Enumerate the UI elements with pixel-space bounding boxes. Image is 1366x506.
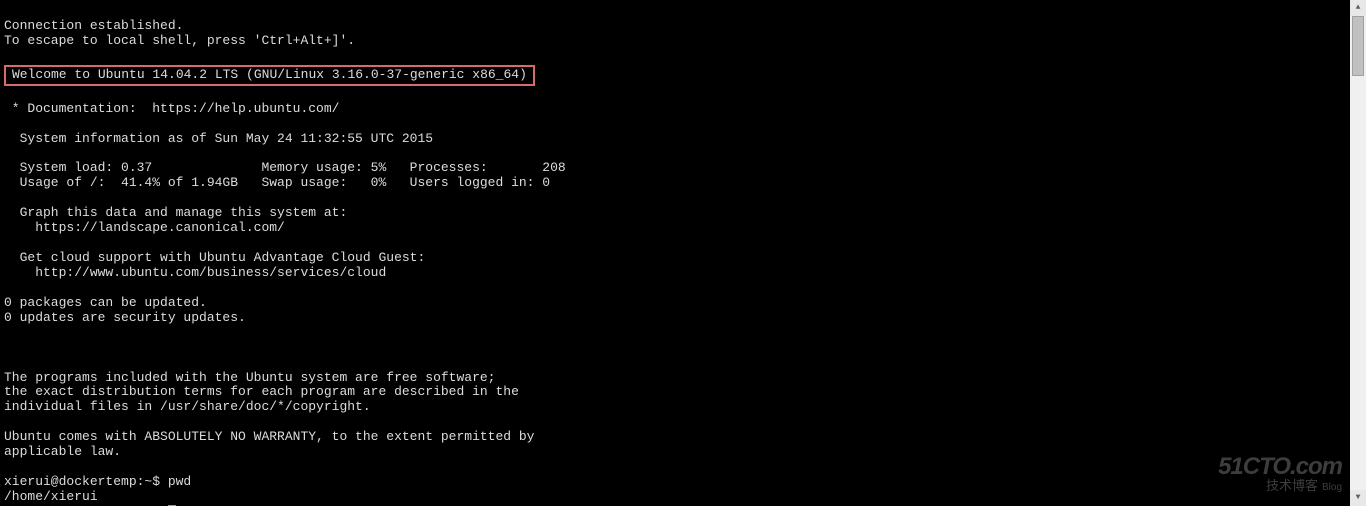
scrollbar-down-button[interactable]: ▼ xyxy=(1350,490,1366,506)
chevron-up-icon: ▲ xyxy=(1356,3,1361,12)
terminal-line: Ubuntu comes with ABSOLUTELY NO WARRANTY… xyxy=(4,429,535,444)
terminal-line: Connection established. xyxy=(4,18,183,33)
terminal-line: The programs included with the Ubuntu sy… xyxy=(4,370,495,385)
terminal-line: * Documentation: https://help.ubuntu.com… xyxy=(4,101,339,116)
terminal-line: 0 packages can be updated. xyxy=(4,295,207,310)
terminal-line: applicable law. xyxy=(4,444,121,459)
terminal-line: Usage of /: 41.4% of 1.94GB Swap usage: … xyxy=(4,175,550,190)
scrollbar-thumb[interactable] xyxy=(1352,16,1364,76)
terminal-line: To escape to local shell, press 'Ctrl+Al… xyxy=(4,33,355,48)
terminal-line: http://www.ubuntu.com/business/services/… xyxy=(4,265,386,280)
terminal-line: System information as of Sun May 24 11:3… xyxy=(4,131,433,146)
terminal-line: the exact distribution terms for each pr… xyxy=(4,384,519,399)
terminal-line: Graph this data and manage this system a… xyxy=(4,205,347,220)
terminal-line: /home/xierui xyxy=(4,489,98,504)
terminal-line: https://landscape.canonical.com/ xyxy=(4,220,285,235)
terminal-line: Get cloud support with Ubuntu Advantage … xyxy=(4,250,425,265)
terminal-prompt: xierui@dockertemp:~$ pwd xyxy=(4,474,191,489)
terminal-line: System load: 0.37 Memory usage: 5% Proce… xyxy=(4,160,566,175)
chevron-down-icon: ▼ xyxy=(1356,493,1361,502)
welcome-highlight-box: Welcome to Ubuntu 14.04.2 LTS (GNU/Linux… xyxy=(4,65,535,86)
terminal-line: 0 updates are security updates. xyxy=(4,310,246,325)
scrollbar-up-button[interactable]: ▲ xyxy=(1350,0,1366,16)
terminal-line: individual files in /usr/share/doc/*/cop… xyxy=(4,399,371,414)
scrollbar-track[interactable] xyxy=(1350,16,1366,490)
scrollbar[interactable]: ▲ ▼ xyxy=(1350,0,1366,506)
welcome-message: Welcome to Ubuntu 14.04.2 LTS (GNU/Linux… xyxy=(12,67,527,82)
terminal-output[interactable]: Connection established. To escape to loc… xyxy=(0,0,1366,506)
